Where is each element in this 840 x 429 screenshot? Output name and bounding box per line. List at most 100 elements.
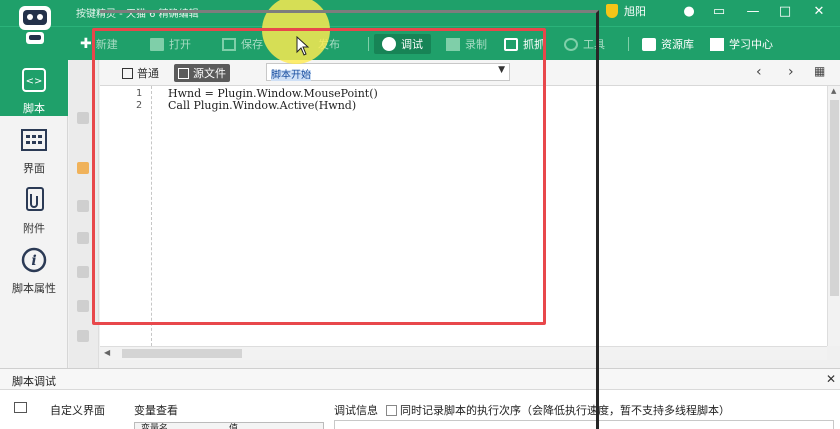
svg-text:i: i bbox=[31, 253, 36, 269]
publish-button[interactable]: 发布 bbox=[318, 34, 340, 54]
function-select[interactable]: 脚本开始 ▼ bbox=[266, 63, 510, 81]
scrollbar-thumb[interactable] bbox=[122, 349, 242, 358]
play-icon bbox=[382, 37, 396, 51]
tools-label: 工具 bbox=[583, 38, 605, 51]
interface-icon bbox=[21, 129, 47, 151]
command-icon[interactable] bbox=[77, 300, 89, 312]
record-label: 录制 bbox=[465, 38, 487, 51]
save-label: 保存 bbox=[241, 38, 263, 51]
menu-button[interactable]: ▭ bbox=[708, 2, 730, 22]
attachment-icon bbox=[26, 187, 44, 211]
library-label: 资源库 bbox=[661, 38, 694, 51]
info-icon: i bbox=[21, 247, 47, 273]
close-icon[interactable]: ✕ bbox=[826, 372, 836, 386]
code-line[interactable]: Call Plugin.Window.Active(Hwnd) bbox=[168, 99, 356, 112]
debug-info-label: 调试信息 bbox=[334, 404, 378, 417]
tab-source-file[interactable]: 源文件 bbox=[174, 64, 230, 82]
sidebar-item-label: 附件 bbox=[23, 222, 45, 235]
variable-watch-table[interactable]: 变量名 值 bbox=[134, 422, 324, 429]
debug-panel-header: 脚本调试 ✕ bbox=[0, 368, 840, 390]
scroll-left-icon[interactable]: ◀ bbox=[104, 348, 110, 357]
app-logo-icon bbox=[19, 6, 51, 44]
function-select-value: 脚本开始 bbox=[271, 70, 311, 81]
tab-normal-label: 普通 bbox=[137, 67, 159, 80]
title-bar: 按键精灵 - 天猫 6 精确编辑 旭阳 ● ▭ — □ ✕ bbox=[0, 0, 840, 26]
command-icon[interactable] bbox=[77, 200, 89, 212]
book-icon bbox=[710, 37, 724, 51]
svg-text:<>: <> bbox=[26, 76, 43, 87]
capture-label: 抓抓 bbox=[523, 38, 545, 51]
grid-icon bbox=[122, 67, 133, 79]
toolbar-divider bbox=[628, 37, 629, 51]
sidebar-item-script[interactable]: <> 脚本 bbox=[0, 60, 68, 116]
publish-label: 发布 bbox=[318, 38, 340, 51]
editor-tabs-bar: 普通 源文件 脚本开始 ▼ ‹ › ▦ bbox=[100, 60, 840, 86]
scroll-up-icon[interactable]: ▲ bbox=[831, 87, 836, 95]
command-icon[interactable] bbox=[77, 112, 89, 124]
line-number: 2 bbox=[136, 100, 143, 111]
library-icon bbox=[642, 37, 656, 51]
command-icon[interactable] bbox=[77, 162, 89, 174]
line-number-gutter: 1 2 bbox=[100, 86, 152, 346]
debug-panel-title: 脚本调试 bbox=[12, 375, 56, 388]
close-button[interactable]: ✕ bbox=[808, 2, 830, 22]
plus-icon: ✚ bbox=[80, 36, 92, 52]
sidebar-item-label: 脚本 bbox=[23, 102, 45, 115]
shield-icon bbox=[606, 4, 618, 18]
new-button[interactable]: ✚ 新建 bbox=[80, 34, 118, 54]
sidebar-item-label: 脚本属性 bbox=[12, 282, 56, 295]
debug-panel: 自定义界面 变量查看 变量名 值 调试信息 同时记录脚本的执行次序（会降低执行速… bbox=[0, 390, 840, 429]
grid-menu-icon[interactable]: ▦ bbox=[814, 64, 825, 78]
sidebar-item-script-properties[interactable]: i 脚本属性 bbox=[0, 240, 68, 300]
learning-center-button[interactable]: 学习中心 bbox=[710, 34, 773, 54]
vertical-scrollbar[interactable]: ▲ bbox=[827, 86, 840, 346]
main-toolbar: ✚ 新建 打开 保存 发布 调试 录制 抓抓 工具 资源库 学习中心 bbox=[0, 26, 840, 60]
save-button[interactable]: 保存 bbox=[222, 34, 263, 54]
debug-label: 调试 bbox=[401, 38, 423, 51]
user-account[interactable]: 旭阳 bbox=[606, 3, 646, 19]
chevron-right-icon[interactable]: › bbox=[788, 64, 794, 80]
sidebar-item-attachment[interactable]: 附件 bbox=[0, 180, 68, 240]
debug-info-output[interactable] bbox=[334, 420, 834, 429]
document-icon bbox=[178, 67, 189, 79]
left-sidebar: <> 脚本 界面 附件 i 脚本属性 bbox=[0, 60, 68, 368]
var-col-value: 值 bbox=[229, 424, 239, 429]
open-label: 打开 bbox=[169, 38, 191, 51]
gear-icon bbox=[564, 37, 578, 51]
command-icon[interactable] bbox=[77, 266, 89, 278]
checkbox-icon[interactable] bbox=[386, 405, 397, 416]
tab-normal[interactable]: 普通 bbox=[118, 64, 163, 82]
command-strip bbox=[69, 60, 99, 368]
var-col-name: 变量名 bbox=[141, 424, 169, 429]
camera-icon bbox=[446, 37, 460, 51]
record-order-label: 同时记录脚本的执行次序（会降低执行速度，暂不支持多线程脚本） bbox=[400, 404, 730, 417]
open-button[interactable]: 打开 bbox=[150, 34, 191, 54]
record-order-checkbox[interactable]: 同时记录脚本的执行次序（会降低执行速度，暂不支持多线程脚本） bbox=[386, 402, 730, 418]
skin-button[interactable]: ● bbox=[678, 2, 700, 22]
chevron-down-icon: ▼ bbox=[498, 65, 505, 75]
chevron-left-icon[interactable]: ‹ bbox=[756, 64, 762, 80]
new-label: 新建 bbox=[95, 38, 118, 51]
custom-ui-tab[interactable]: 自定义界面 bbox=[50, 402, 105, 418]
command-icon[interactable] bbox=[77, 330, 89, 342]
script-icon: <> bbox=[22, 68, 46, 92]
minimize-button[interactable]: — bbox=[742, 2, 764, 22]
library-button[interactable]: 资源库 bbox=[642, 34, 694, 54]
horizontal-scrollbar[interactable]: ◀ bbox=[100, 346, 827, 360]
crosshair-icon bbox=[504, 37, 518, 51]
custom-ui-icon bbox=[14, 402, 27, 413]
tools-button[interactable]: 工具 bbox=[564, 34, 605, 54]
username: 旭阳 bbox=[624, 5, 646, 18]
line-number: 1 bbox=[136, 88, 143, 99]
learning-label: 学习中心 bbox=[729, 38, 773, 51]
record-button[interactable]: 录制 bbox=[446, 34, 487, 54]
scrollbar-thumb[interactable] bbox=[830, 100, 839, 296]
command-icon[interactable] bbox=[77, 232, 89, 244]
debug-button[interactable]: 调试 bbox=[374, 34, 431, 54]
variable-watch-label: 变量查看 bbox=[134, 404, 178, 417]
sidebar-item-interface[interactable]: 界面 bbox=[0, 120, 68, 180]
capture-button[interactable]: 抓抓 bbox=[504, 34, 545, 54]
code-editor[interactable]: 1 2 Hwnd = Plugin.Window.MousePoint() Ca… bbox=[100, 86, 827, 346]
tab-source-label: 源文件 bbox=[193, 67, 226, 80]
maximize-button[interactable]: □ bbox=[774, 2, 796, 22]
